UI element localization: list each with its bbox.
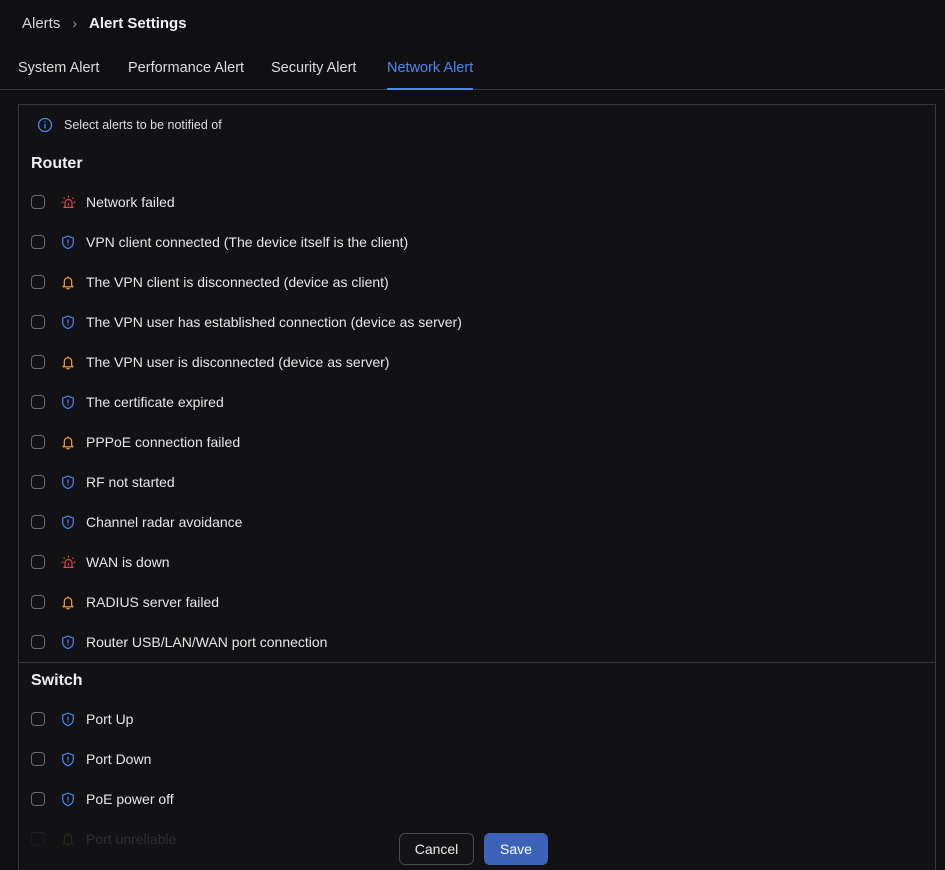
dialog-footer: Cancel Save (0, 833, 945, 865)
alert-label: RADIUS server failed (86, 594, 220, 610)
alert-label: The certificate expired (86, 394, 224, 410)
alert-item-router[interactable]: The VPN user has established connection … (31, 312, 462, 332)
siren-icon (60, 194, 76, 210)
alert-item-router[interactable]: VPN client connected (The device itself … (31, 232, 408, 252)
alert-checkbox[interactable] (31, 395, 45, 409)
alert-label: Port Up (86, 711, 134, 727)
info-text: Select alerts to be notified of (64, 118, 222, 132)
alert-checkbox[interactable] (31, 355, 45, 369)
shield-icon (60, 234, 76, 250)
cancel-button[interactable]: Cancel (399, 833, 474, 865)
alert-item-router[interactable]: The VPN user is disconnected (device as … (31, 352, 389, 372)
alert-checkbox[interactable] (31, 555, 45, 569)
alert-item-router[interactable]: WAN is down (31, 552, 170, 572)
info-banner: Select alerts to be notified of (37, 117, 222, 133)
alert-item-switch[interactable]: Port Up (31, 709, 133, 729)
alert-label: Router USB/LAN/WAN port connection (86, 634, 328, 650)
shield-icon (60, 314, 76, 330)
alert-item-router[interactable]: Network failed (31, 192, 175, 212)
alert-item-router[interactable]: PPPoE connection failed (31, 432, 240, 452)
alert-label: WAN is down (86, 554, 170, 570)
section-title-router: Router (31, 155, 83, 172)
alert-checkbox[interactable] (31, 235, 45, 249)
tab-performance-alert[interactable]: Performance Alert (128, 50, 244, 88)
page-title: Alert Settings (89, 14, 187, 32)
alert-label: The VPN user has established connection … (86, 314, 462, 330)
alert-item-router[interactable]: RF not started (31, 472, 175, 492)
alert-label: Port Down (86, 751, 152, 767)
breadcrumb-chevron-icon: › (72, 15, 78, 31)
tab-system-alert[interactable]: System Alert (18, 50, 99, 88)
alert-label: The VPN user is disconnected (device as … (86, 354, 390, 370)
alert-list-panel: Select alerts to be notified of Router Ne… (18, 104, 936, 870)
alert-label: RF not started (86, 474, 175, 490)
shield-icon (60, 634, 76, 650)
save-button[interactable]: Save (484, 833, 548, 865)
info-icon (37, 117, 53, 133)
alert-item-router[interactable]: The VPN client is disconnected (device a… (31, 272, 389, 292)
alert-item-router[interactable]: Router USB/LAN/WAN port connection (31, 632, 327, 652)
shield-icon (60, 514, 76, 530)
shield-icon (60, 751, 76, 767)
alert-checkbox[interactable] (31, 635, 45, 649)
alert-checkbox[interactable] (31, 712, 45, 726)
alert-label: VPN client connected (The device itself … (86, 234, 409, 250)
alert-checkbox[interactable] (31, 315, 45, 329)
alert-item-router[interactable]: Channel radar avoidance (31, 512, 242, 532)
bell-icon (60, 434, 76, 450)
alert-item-switch[interactable]: Port Down (31, 749, 151, 769)
shield-icon (60, 394, 76, 410)
alert-label: PPPoE connection failed (86, 434, 241, 450)
alert-label: Channel radar avoidance (86, 514, 243, 530)
alert-label: The VPN client is disconnected (device a… (86, 274, 389, 290)
breadcrumb-alerts-link[interactable]: Alerts (22, 15, 60, 32)
alert-label: Network failed (86, 194, 175, 210)
alert-checkbox[interactable] (31, 275, 45, 289)
siren-icon (60, 554, 76, 570)
alert-checkbox[interactable] (31, 435, 45, 449)
bell-icon (60, 274, 76, 290)
shield-icon (60, 711, 76, 727)
alert-checkbox[interactable] (31, 792, 45, 806)
shield-icon (60, 474, 76, 490)
section-divider (19, 662, 935, 663)
section-title-switch: Switch (31, 672, 83, 689)
tab-network-alert[interactable]: Network Alert (387, 50, 474, 90)
bell-icon (60, 354, 76, 370)
alert-tabs: System Alert Performance Alert Security … (0, 50, 945, 90)
alert-checkbox[interactable] (31, 475, 45, 489)
breadcrumb: Alerts › Alert Settings (22, 13, 187, 33)
alert-checkbox[interactable] (31, 515, 45, 529)
alert-checkbox[interactable] (31, 195, 45, 209)
alert-item-router[interactable]: The certificate expired (31, 392, 224, 412)
tab-security-alert[interactable]: Security Alert (271, 50, 356, 88)
bell-icon (60, 594, 76, 610)
alert-item-router[interactable]: RADIUS server failed (31, 592, 219, 612)
alert-checkbox[interactable] (31, 752, 45, 766)
alert-checkbox[interactable] (31, 595, 45, 609)
